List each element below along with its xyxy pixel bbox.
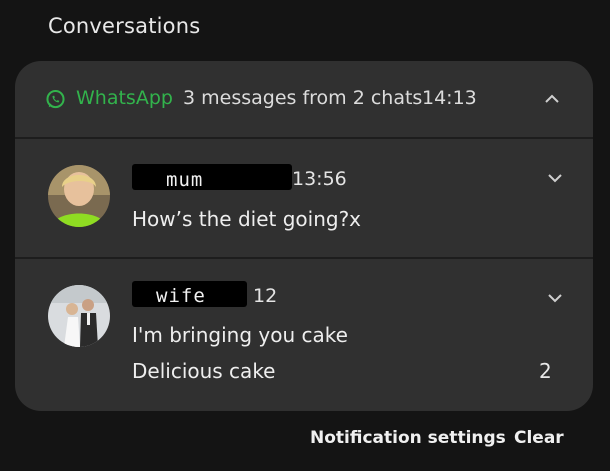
notification-header[interactable]: WhatsApp 3 messages from 2 chats 14:13 [15,61,593,138]
message-time: 13:56 [292,168,347,190]
sender-name: mum [166,169,204,191]
conversation-item[interactable]: wife 12 I'm bringing you cake Delicious … [15,259,593,411]
avatar [48,165,110,227]
app-name: WhatsApp [76,87,173,109]
clear-button[interactable]: Clear [514,428,564,448]
message-text: Delicious cake [132,359,276,383]
message-text: I'm bringing you cake [132,323,348,347]
sender-name: wife [156,285,206,307]
chevron-down-icon[interactable] [547,172,563,184]
notification-time: 14:13 [422,87,477,109]
redaction-bar [132,164,292,190]
conversation-item[interactable]: mum 13:56 How’s the diet going?x [15,139,593,257]
message-text: How’s the diet going?x [132,207,362,231]
chevron-up-icon[interactable] [544,93,560,105]
chevron-down-icon[interactable] [547,292,563,304]
avatar [48,285,110,347]
message-count-badge: 2 [539,359,552,383]
notification-summary: 3 messages from 2 chats [183,87,423,109]
message-time: 12 [253,285,278,307]
whatsapp-notification-card[interactable]: WhatsApp 3 messages from 2 chats 14:13 m… [15,61,593,411]
whatsapp-icon [46,90,65,109]
section-title: Conversations [48,14,201,38]
notification-settings-button[interactable]: Notification settings [310,428,506,448]
